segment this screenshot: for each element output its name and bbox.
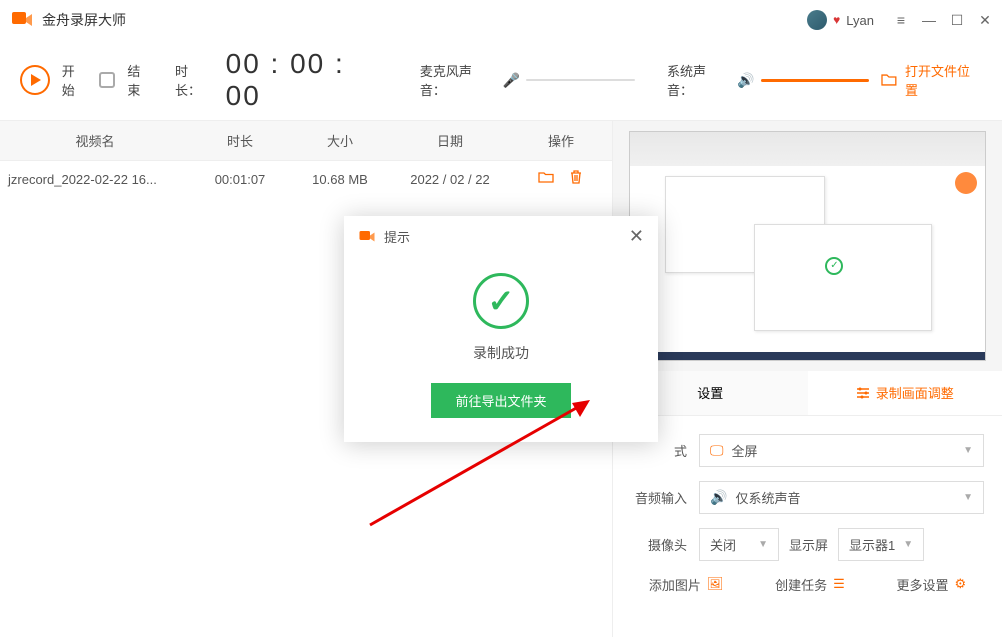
start-label: 开始	[62, 61, 88, 99]
cell-ops	[510, 169, 612, 190]
speaker-icon[interactable]: 🔊	[737, 72, 754, 89]
open-folder-label: 打开文件位置	[905, 61, 982, 99]
settings-form: 式 🖵 全屏 ▼ 音频输入 🔊 仅系统声音 ▼ 摄像头	[613, 416, 1002, 561]
system-volume-slider[interactable]	[761, 79, 870, 82]
cell-date: 2022 / 02 / 22	[390, 172, 510, 187]
folder-icon	[881, 72, 897, 88]
system-audio-control: 系统声音： 🔊	[667, 61, 869, 99]
modal-close-button[interactable]: ✕	[629, 226, 644, 247]
task-icon: ☰	[833, 576, 845, 592]
toolbar: 开始 结束 时长： 00 : 00 : 00 麦克风声音： 🎤 系统声音： 🔊 …	[0, 40, 1002, 121]
go-to-export-folder-button[interactable]: 前往导出文件夹	[431, 383, 570, 418]
monitor-icon: 🖵	[710, 442, 724, 459]
row-audio: 音频输入 🔊 仅系统声音 ▼	[631, 481, 984, 514]
more-settings-button[interactable]: 更多设置 ⚙	[896, 575, 966, 594]
start-button[interactable]	[20, 65, 50, 95]
sliders-icon	[856, 386, 870, 400]
add-image-label: 添加图片	[649, 575, 701, 594]
display-select[interactable]: 显示器1 ▼	[838, 528, 924, 561]
chevron-down-icon: ▼	[903, 539, 913, 550]
modal-logo-icon	[358, 228, 376, 246]
th-name: 视频名	[0, 121, 190, 160]
modal-body: ✓ 录制成功 前往导出文件夹	[344, 257, 658, 442]
mode-label: 式	[631, 441, 687, 460]
mic-label: 麦克风声音：	[420, 61, 497, 99]
chevron-down-icon: ▼	[963, 445, 973, 456]
stop-label: 结束	[127, 61, 153, 99]
modal-message: 录制成功	[473, 343, 529, 363]
cell-name: jzrecord_2022-02-22 16...	[0, 172, 190, 187]
avatar	[807, 10, 827, 30]
tabs: 设置 录制画面调整	[613, 371, 1002, 416]
modal-title: 提示	[384, 227, 629, 246]
camera-label: 摄像头	[631, 535, 687, 554]
duration-label: 时长：	[175, 61, 214, 99]
delete-icon[interactable]	[568, 169, 584, 190]
mic-control: 麦克风声音： 🎤	[420, 61, 635, 99]
table-row[interactable]: jzrecord_2022-02-22 16... 00:01:07 10.68…	[0, 161, 612, 198]
titlebar: 金舟录屏大师 ♥ Lyan ≡ — ☐ ✕	[0, 0, 1002, 40]
cell-size: 10.68 MB	[290, 172, 390, 187]
tab-screen-adjust[interactable]: 录制画面调整	[808, 371, 1002, 415]
window-controls: ≡ — ☐ ✕	[894, 13, 992, 27]
display-value: 显示器1	[849, 535, 895, 554]
menu-icon[interactable]: ≡	[894, 13, 908, 27]
display-label: 显示屏	[789, 535, 828, 554]
row-camera: 摄像头 关闭 ▼ 显示屏 显示器1 ▼	[631, 528, 984, 561]
success-modal: 提示 ✕ ✓ 录制成功 前往导出文件夹	[344, 216, 658, 442]
th-date: 日期	[390, 121, 510, 160]
image-icon: 🖼	[707, 576, 724, 592]
user-area[interactable]: ♥ Lyan	[807, 10, 874, 30]
system-audio-label: 系统声音：	[667, 61, 731, 99]
th-size: 大小	[290, 121, 390, 160]
camera-select[interactable]: 关闭 ▼	[699, 528, 779, 561]
success-icon: ✓	[473, 273, 529, 329]
table-header: 视频名 时长 大小 日期 操作	[0, 121, 612, 161]
mic-volume-slider[interactable]	[526, 79, 635, 81]
play-icon	[31, 74, 41, 86]
add-image-button[interactable]: 添加图片 🖼	[649, 575, 724, 594]
open-in-folder-icon[interactable]	[538, 169, 554, 190]
heart-icon: ♥	[833, 13, 840, 27]
app-title: 金舟录屏大师	[42, 10, 807, 30]
username: Lyan	[846, 13, 874, 28]
right-panel: ✓ 设置 录制画面调整 式 🖵 全屏 ▼ 音频输入 �	[612, 121, 1002, 637]
row-mode: 式 🖵 全屏 ▼	[631, 434, 984, 467]
chevron-down-icon: ▼	[963, 492, 973, 503]
speaker-icon: 🔊	[710, 489, 727, 506]
create-task-button[interactable]: 创建任务 ☰	[775, 575, 845, 594]
audio-select[interactable]: 🔊 仅系统声音 ▼	[699, 481, 984, 514]
bottom-actions: 添加图片 🖼 创建任务 ☰ 更多设置 ⚙	[613, 561, 1002, 608]
chevron-down-icon: ▼	[758, 539, 768, 550]
minimize-icon[interactable]: —	[922, 13, 936, 27]
timer-display: 00 : 00 : 00	[226, 48, 388, 112]
cell-duration: 00:01:07	[190, 172, 290, 187]
preview-area[interactable]: ✓	[613, 121, 1002, 371]
gear-icon: ⚙	[954, 576, 966, 592]
app-logo-icon	[10, 8, 34, 32]
more-settings-label: 更多设置	[896, 575, 948, 594]
stop-button[interactable]	[99, 72, 115, 88]
audio-label: 音频输入	[631, 488, 687, 507]
preview-thumbnail: ✓	[629, 131, 987, 361]
audio-value: 仅系统声音	[735, 488, 800, 507]
close-icon[interactable]: ✕	[978, 13, 992, 27]
maximize-icon[interactable]: ☐	[950, 13, 964, 27]
mode-select[interactable]: 🖵 全屏 ▼	[699, 434, 984, 467]
th-ops: 操作	[510, 121, 612, 160]
create-task-label: 创建任务	[775, 575, 827, 594]
mic-icon[interactable]: 🎤	[503, 72, 520, 89]
th-duration: 时长	[190, 121, 290, 160]
mode-value: 全屏	[732, 441, 758, 460]
camera-value: 关闭	[710, 535, 736, 554]
modal-header: 提示 ✕	[344, 216, 658, 257]
open-folder-button[interactable]: 打开文件位置	[881, 61, 982, 99]
